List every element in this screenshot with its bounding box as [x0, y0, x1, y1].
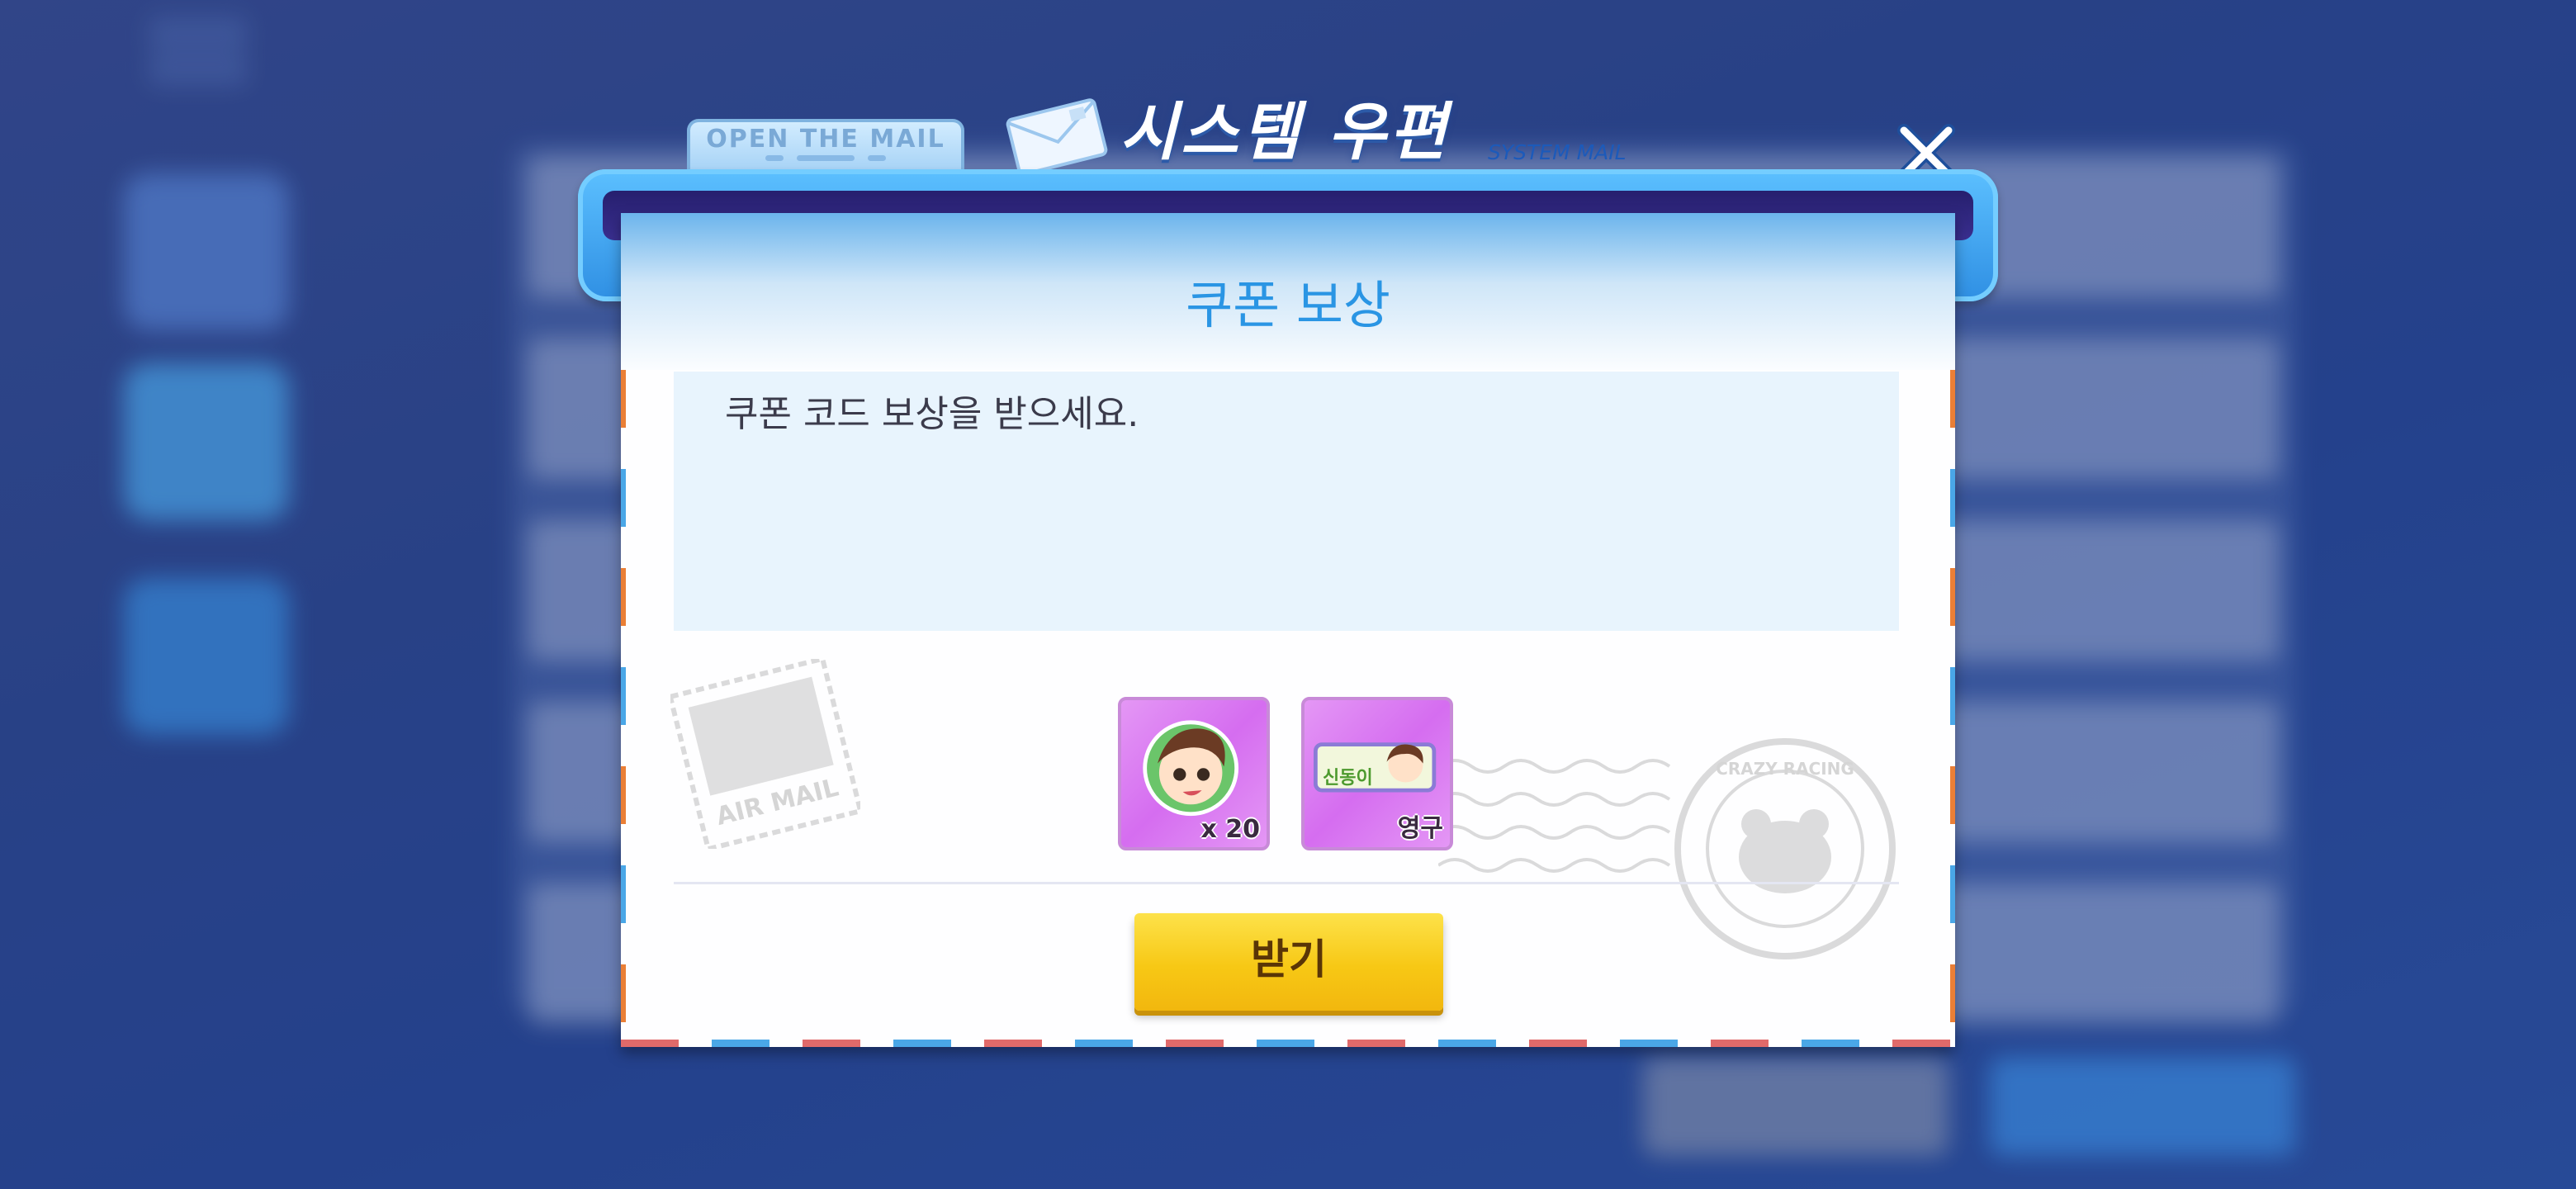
tab-label: OPEN THE MAIL [706, 125, 945, 154]
airmail-stamp-icon: AIR MAIL [670, 659, 860, 849]
receive-button[interactable]: 받기 [1134, 913, 1443, 1011]
postmark-icon: CRAZY RACING [1438, 738, 1896, 959]
open-the-mail-tab: OPEN THE MAIL [687, 119, 964, 170]
reward-item-nameplate[interactable]: 신동이 영구 [1301, 697, 1453, 850]
postmark-text: CRAZY RACING [1716, 759, 1854, 779]
reward-item-emoticon[interactable]: x 20 [1118, 697, 1270, 850]
mail-title: 쿠폰 보상 [1186, 275, 1390, 335]
system-mail-subtitle: SYSTEM MAIL [1488, 140, 1627, 164]
nameplate-label: 신동이 [1323, 768, 1373, 789]
system-mail-title: 시스템 우편 [1120, 95, 1451, 168]
mail-message: 쿠폰 코드 보상을 받으세요. [725, 393, 1139, 435]
receive-button-label: 받기 [1251, 936, 1327, 983]
mail-letter: 쿠폰 보상 쿠폰 코드 보상을 받으세요. AIR MAIL CRAZY RAC… [621, 213, 1955, 1047]
reward-duration: 영구 [1397, 814, 1443, 843]
divider [674, 882, 1899, 884]
reward-quantity: x 20 [1200, 815, 1260, 844]
